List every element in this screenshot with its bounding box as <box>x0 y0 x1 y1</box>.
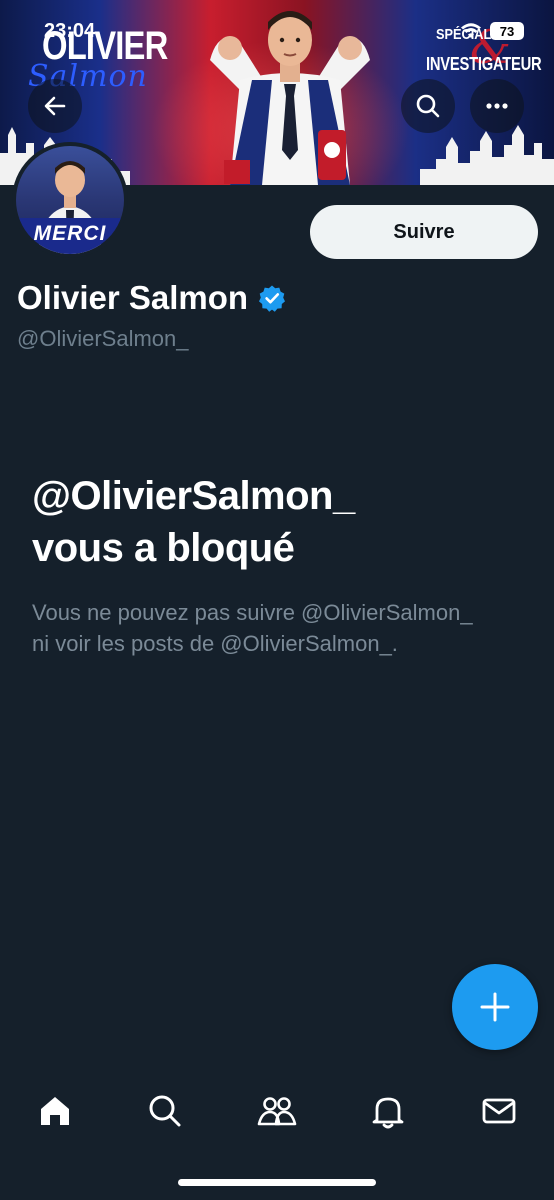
communities-icon <box>257 1097 297 1126</box>
follow-button[interactable]: Suivre <box>310 205 538 259</box>
home-icon <box>41 1097 69 1125</box>
nav-home[interactable] <box>30 1086 80 1136</box>
search-icon <box>416 94 440 118</box>
verified-badge-icon[interactable] <box>258 284 286 312</box>
avatar[interactable]: MERCI <box>12 142 128 258</box>
avatar-caption: MERCI <box>16 218 124 254</box>
profile-handle: @OlivierSalmon_ <box>17 326 189 351</box>
nav-search[interactable] <box>140 1086 190 1136</box>
wifi-icon <box>461 23 481 38</box>
more-horizontal-icon <box>486 103 508 109</box>
display-name: Olivier Salmon <box>17 279 286 317</box>
bell-icon <box>372 1097 404 1129</box>
banner-person-illustration <box>210 11 370 185</box>
nav-communities[interactable] <box>252 1086 302 1136</box>
blocked-message: Vous ne pouvez pas suivre @OlivierSalmon… <box>32 600 473 656</box>
display-name-text: Olivier Salmon <box>17 279 249 316</box>
blocked-title: @OlivierSalmon_ vous a bloqué <box>32 470 492 574</box>
compose-fab-button[interactable] <box>452 964 538 1050</box>
status-time: 23:04 <box>44 20 96 42</box>
blocked-title-line-1: @OlivierSalmon_ <box>32 474 355 518</box>
more-options-button[interactable] <box>470 79 524 133</box>
mail-icon <box>482 1098 516 1124</box>
search-icon <box>149 1095 181 1127</box>
back-button[interactable] <box>28 79 82 133</box>
nav-notifications[interactable] <box>363 1086 413 1136</box>
battery-indicator: 73 <box>490 22 524 40</box>
plus-icon <box>480 992 510 1022</box>
nav-messages[interactable] <box>474 1086 524 1136</box>
bottom-navigation <box>0 1070 554 1150</box>
avatar-image: MERCI <box>16 146 124 254</box>
status-indicators: 73 <box>460 22 524 40</box>
blocked-title-line-2: vous a bloqué <box>32 526 295 570</box>
arrow-left-icon <box>44 96 66 116</box>
search-button[interactable] <box>401 79 455 133</box>
banner-title-right-2: INVESTIGATEUR <box>426 54 542 74</box>
home-indicator[interactable] <box>178 1179 376 1186</box>
